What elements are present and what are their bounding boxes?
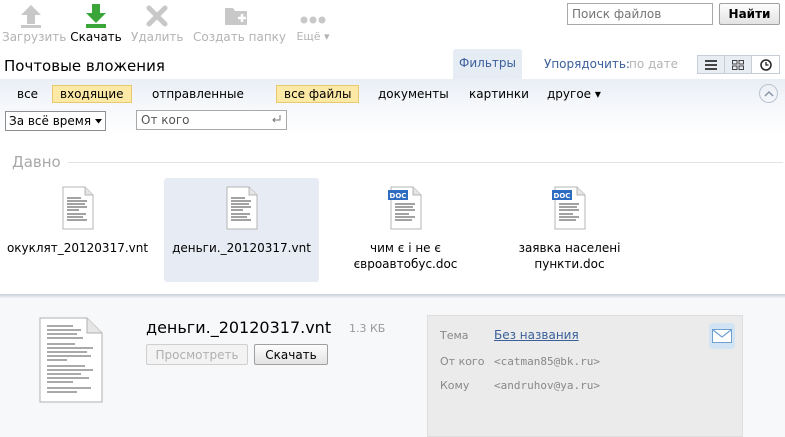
file-item[interactable]: DOC чим є і не є євроавтобус.doc (328, 178, 483, 282)
download-icon (86, 4, 106, 28)
delete-label: Удалить (131, 30, 184, 44)
more-label: Ещё ▾ (296, 30, 330, 43)
document-icon (62, 186, 93, 230)
clock-view-button[interactable] (752, 56, 779, 73)
enter-icon (272, 115, 281, 123)
file-name: деньги._20120317.vnt (172, 241, 311, 255)
period-value: За всё время (9, 114, 92, 128)
document-icon (226, 186, 257, 230)
upload-button[interactable]: Загрузить (2, 3, 67, 44)
more-button[interactable]: Ещё ▾ (290, 3, 336, 43)
create-folder-button[interactable]: Создать папку (193, 3, 287, 44)
open-message-button[interactable] (709, 323, 735, 349)
preview-panel: деньги._20120317.vnt 1.3 КБ Просмотреть … (0, 298, 785, 437)
filter-type-documents[interactable]: документы (371, 85, 456, 103)
to-value: <andruhov@ya.ru> (494, 379, 600, 392)
view-button[interactable]: Просмотреть (146, 344, 248, 365)
file-name: окуклят_20120317.vnt (6, 241, 149, 255)
svg-text:DOC: DOC (553, 192, 570, 200)
from-placeholder: От кого (141, 113, 190, 127)
delete-button[interactable]: Удалить (131, 3, 184, 44)
to-label: Кому (440, 379, 470, 392)
filter-type-images[interactable]: картинки (462, 85, 536, 103)
filter-panel: все входящие отправленные все файлы доку… (0, 79, 785, 135)
download-button[interactable]: Скачать (70, 3, 122, 44)
file-item[interactable]: окуклят_20120317.vnt (0, 178, 155, 282)
subject-value-wrap: Без названия (494, 328, 579, 342)
subject-link[interactable]: Без названия (494, 328, 579, 342)
doc-file-icon: DOC (551, 186, 585, 230)
list-view-icon (705, 59, 717, 70)
doc-file-icon: DOC (387, 186, 421, 230)
subject-label: Тема (440, 329, 469, 342)
file-item[interactable]: DOC заявка населені пункти.doc (492, 178, 647, 282)
create-folder-label: Создать папку (193, 30, 287, 44)
view-switcher (697, 55, 780, 74)
grid-view-button[interactable] (725, 56, 752, 73)
document-thumbnail (39, 317, 103, 403)
download-file-button[interactable]: Скачать (254, 344, 328, 365)
preview-file-name: деньги._20120317.vnt (146, 318, 332, 337)
grid-view-icon (732, 59, 744, 70)
message-info: Тема Без названия От кого <catman85@bk.r… (427, 315, 743, 437)
chevron-down-icon (95, 118, 102, 123)
section-divider (68, 162, 783, 163)
download-label: Скачать (70, 30, 122, 44)
from-field[interactable]: От кого (136, 110, 287, 130)
collapse-filters-button[interactable] (759, 84, 778, 103)
tab-filters[interactable]: Фильтры (453, 49, 522, 79)
page-title: Почтовые вложения (4, 57, 165, 75)
search-button[interactable]: Найти (719, 3, 780, 25)
create-folder-icon (225, 8, 247, 25)
clock-view-icon (759, 58, 772, 71)
list-view-button[interactable] (698, 56, 725, 73)
toolbar: Загрузить Скачать Удалить Создать папку … (0, 0, 785, 48)
search-input[interactable] (567, 3, 713, 25)
sort-value[interactable]: по дате (629, 57, 678, 71)
svg-text:DOC: DOC (389, 192, 406, 200)
filter-direction-sent[interactable]: отправленные (145, 85, 251, 103)
more-icon (300, 16, 326, 24)
file-name: заявка населені пункти.doc (518, 241, 621, 271)
delete-icon (146, 5, 168, 27)
filter-type-other[interactable]: другое ▾ (540, 85, 608, 103)
sort-label[interactable]: Упорядочить: (544, 57, 630, 71)
upload-label: Загрузить (2, 30, 67, 44)
filter-type-all[interactable]: все файлы (276, 85, 360, 103)
from-value: <catman85@bk.ru> (494, 355, 600, 368)
collapse-icon (763, 90, 774, 97)
mail-icon (712, 329, 732, 343)
period-select[interactable]: За всё время (5, 111, 106, 131)
upload-icon (21, 5, 41, 28)
file-item[interactable]: деньги._20120317.vnt (164, 178, 319, 282)
preview-file-size: 1.3 КБ (349, 322, 386, 335)
from-label: От кого (440, 355, 485, 368)
file-name: чим є і не є євроавтобус.doc (353, 241, 458, 271)
filter-direction-incoming[interactable]: входящие (52, 85, 132, 103)
filter-direction-all[interactable]: все (10, 85, 45, 103)
section-title: Давно (12, 153, 61, 171)
